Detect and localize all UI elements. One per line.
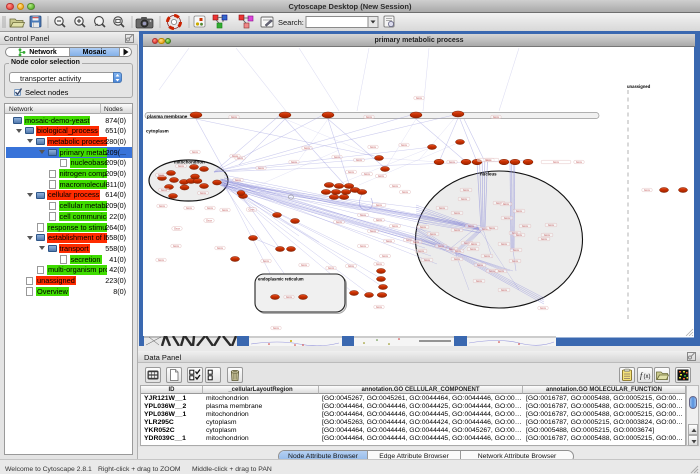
svg-text:Gxxx: Gxxx — [382, 254, 389, 258]
svg-text:Gxxx: Gxxx — [348, 170, 355, 174]
svg-text:Gxxx: Gxxx — [161, 188, 168, 192]
svg-text:Gxxx: Gxxx — [477, 263, 484, 267]
svg-text:Gxxx: Gxxx — [471, 242, 478, 246]
svg-text:Gxxx: Gxxx — [454, 257, 461, 261]
svg-text:Gxxx: Gxxx — [286, 295, 293, 299]
svg-text:Gxxx: Gxxx — [249, 208, 256, 212]
svg-text:Gxxx: Gxxx — [376, 203, 383, 207]
svg-text:Gxxx: Gxxx — [301, 263, 308, 267]
svg-text:Gxxx: Gxxx — [501, 242, 508, 246]
svg-text:Gxxx: Gxxx — [454, 228, 461, 232]
svg-text:Gxxx: Gxxx — [416, 96, 423, 100]
svg-text:Gxxx: Gxxx — [207, 206, 214, 210]
svg-text:Gxxx: Gxxx — [485, 158, 492, 162]
svg-text:Gxxx: Gxxx — [468, 224, 475, 228]
svg-text:Gxxx: Gxxx — [232, 154, 239, 158]
svg-text:Gxxx: Gxxx — [489, 269, 496, 273]
svg-text:Gxxx: Gxxx — [548, 223, 555, 227]
svg-text:Gxxx: Gxxx — [413, 240, 420, 244]
svg-text:endoplasmic reticulum: endoplasmic reticulum — [258, 277, 304, 282]
svg-text:cytoplasm: cytoplasm — [146, 129, 169, 134]
svg-text:Gxxx: Gxxx — [336, 220, 343, 224]
svg-text:Gxxx: Gxxx — [544, 233, 551, 237]
svg-text:Gxxx: Gxxx — [328, 266, 335, 270]
svg-text:Gxxx: Gxxx — [498, 269, 505, 273]
svg-text:Gxxx: Gxxx — [273, 326, 280, 330]
svg-text:Gxxx: Gxxx — [334, 155, 341, 159]
svg-text:Gxxx: Gxxx — [401, 143, 408, 147]
svg-text:Gxxx: Gxxx — [516, 233, 523, 237]
svg-text:Gxxx: Gxxx — [364, 172, 371, 176]
svg-text:Gxxx: Gxxx — [512, 259, 519, 263]
svg-text:Gxxx: Gxxx — [192, 150, 199, 154]
svg-text:Search:: Search: — [278, 18, 304, 27]
svg-text:Gxxx: Gxxx — [360, 244, 367, 248]
svg-text:Gxxx: Gxxx — [200, 191, 207, 195]
svg-text:Gxxx: Gxxx — [159, 204, 166, 208]
svg-text:Gxxx: Gxxx — [158, 258, 165, 262]
svg-text:Gxxx: Gxxx — [217, 246, 224, 250]
svg-text:Gxxx: Gxxx — [186, 206, 193, 210]
svg-text:Gxxx: Gxxx — [461, 197, 468, 201]
svg-text:Gxxx: Gxxx — [392, 224, 399, 228]
svg-text:Gxxx: Gxxx — [158, 173, 165, 177]
svg-text:Gxxx: Gxxx — [386, 239, 393, 243]
svg-text:Gxxx: Gxxx — [541, 237, 548, 241]
svg-text:Gxxx: Gxxx — [178, 164, 185, 168]
svg-text:Gxxx: Gxxx — [376, 305, 383, 309]
svg-text:Gxxx: Gxxx — [540, 306, 547, 310]
svg-text:Gxxx: Gxxx — [504, 216, 511, 220]
svg-text:Gxxx: Gxxx — [370, 229, 377, 233]
svg-text:Gxxx: Gxxx — [348, 264, 355, 268]
svg-text:Gxxx: Gxxx — [454, 211, 461, 215]
svg-text:Gxxx: Gxxx — [174, 227, 181, 231]
svg-text:Gxxx: Gxxx — [439, 206, 446, 210]
svg-text:Gxxx: Gxxx — [438, 244, 445, 248]
svg-text:Gxxx: Gxxx — [402, 190, 409, 194]
svg-text:Gxxx: Gxxx — [470, 247, 477, 251]
svg-text:Gxxx: Gxxx — [489, 226, 496, 230]
svg-text:Gxxx: Gxxx — [366, 115, 373, 119]
svg-text:Gxxx: Gxxx — [463, 188, 470, 192]
svg-text:Gxxx: Gxxx — [513, 248, 520, 252]
svg-text:Gxxx: Gxxx — [455, 249, 462, 253]
svg-text:Gxxx: Gxxx — [493, 115, 500, 119]
svg-text:Gxxx: Gxxx — [206, 219, 213, 223]
svg-text:(x): (x) — [644, 374, 651, 380]
svg-text:Gxxx: Gxxx — [378, 174, 385, 178]
svg-text:Gxxx: Gxxx — [576, 160, 583, 164]
svg-text:Gxxx: Gxxx — [644, 188, 651, 192]
svg-text:Gxxx: Gxxx — [476, 279, 483, 283]
svg-text:Gxxx: Gxxx — [370, 145, 377, 149]
svg-text:Gxxx: Gxxx — [360, 213, 367, 217]
svg-text:Gxxx: Gxxx — [258, 166, 265, 170]
svg-text:Gxxx: Gxxx — [420, 225, 427, 229]
svg-text:Gxxx: Gxxx — [501, 288, 508, 292]
svg-text:Gxxx: Gxxx — [222, 208, 229, 212]
svg-text:Gxxx: Gxxx — [304, 146, 311, 150]
svg-text:Gxxx: Gxxx — [356, 158, 363, 162]
svg-text:Gxxx: Gxxx — [376, 218, 383, 222]
svg-text:unassigned: unassigned — [627, 84, 651, 89]
svg-text:Gxxx: Gxxx — [553, 160, 560, 164]
svg-text:Gxxx: Gxxx — [430, 232, 437, 236]
svg-text:Gxxx: Gxxx — [231, 115, 238, 119]
svg-text:Gxxx: Gxxx — [449, 160, 456, 164]
svg-text:Gxxx: Gxxx — [173, 244, 180, 248]
svg-text:Gxxx: Gxxx — [424, 258, 431, 262]
svg-text:Gxxx: Gxxx — [522, 224, 529, 228]
svg-text:Gxxx: Gxxx — [376, 262, 383, 266]
svg-text:Gxxx: Gxxx — [484, 254, 491, 258]
svg-text:plasma membrane: plasma membrane — [147, 114, 188, 119]
svg-text:nucleus: nucleus — [480, 172, 497, 177]
svg-text:Gxxx: Gxxx — [291, 160, 298, 164]
svg-text:Gxxx: Gxxx — [392, 184, 399, 188]
svg-text:Gxxx: Gxxx — [516, 209, 523, 213]
svg-text:Gxxx: Gxxx — [263, 259, 270, 263]
svg-text:mitochondrion: mitochondrion — [174, 160, 205, 165]
svg-text:Gxxx: Gxxx — [503, 202, 510, 206]
svg-text:Gxxx: Gxxx — [235, 178, 242, 182]
svg-text:Gxxx: Gxxx — [418, 249, 425, 253]
